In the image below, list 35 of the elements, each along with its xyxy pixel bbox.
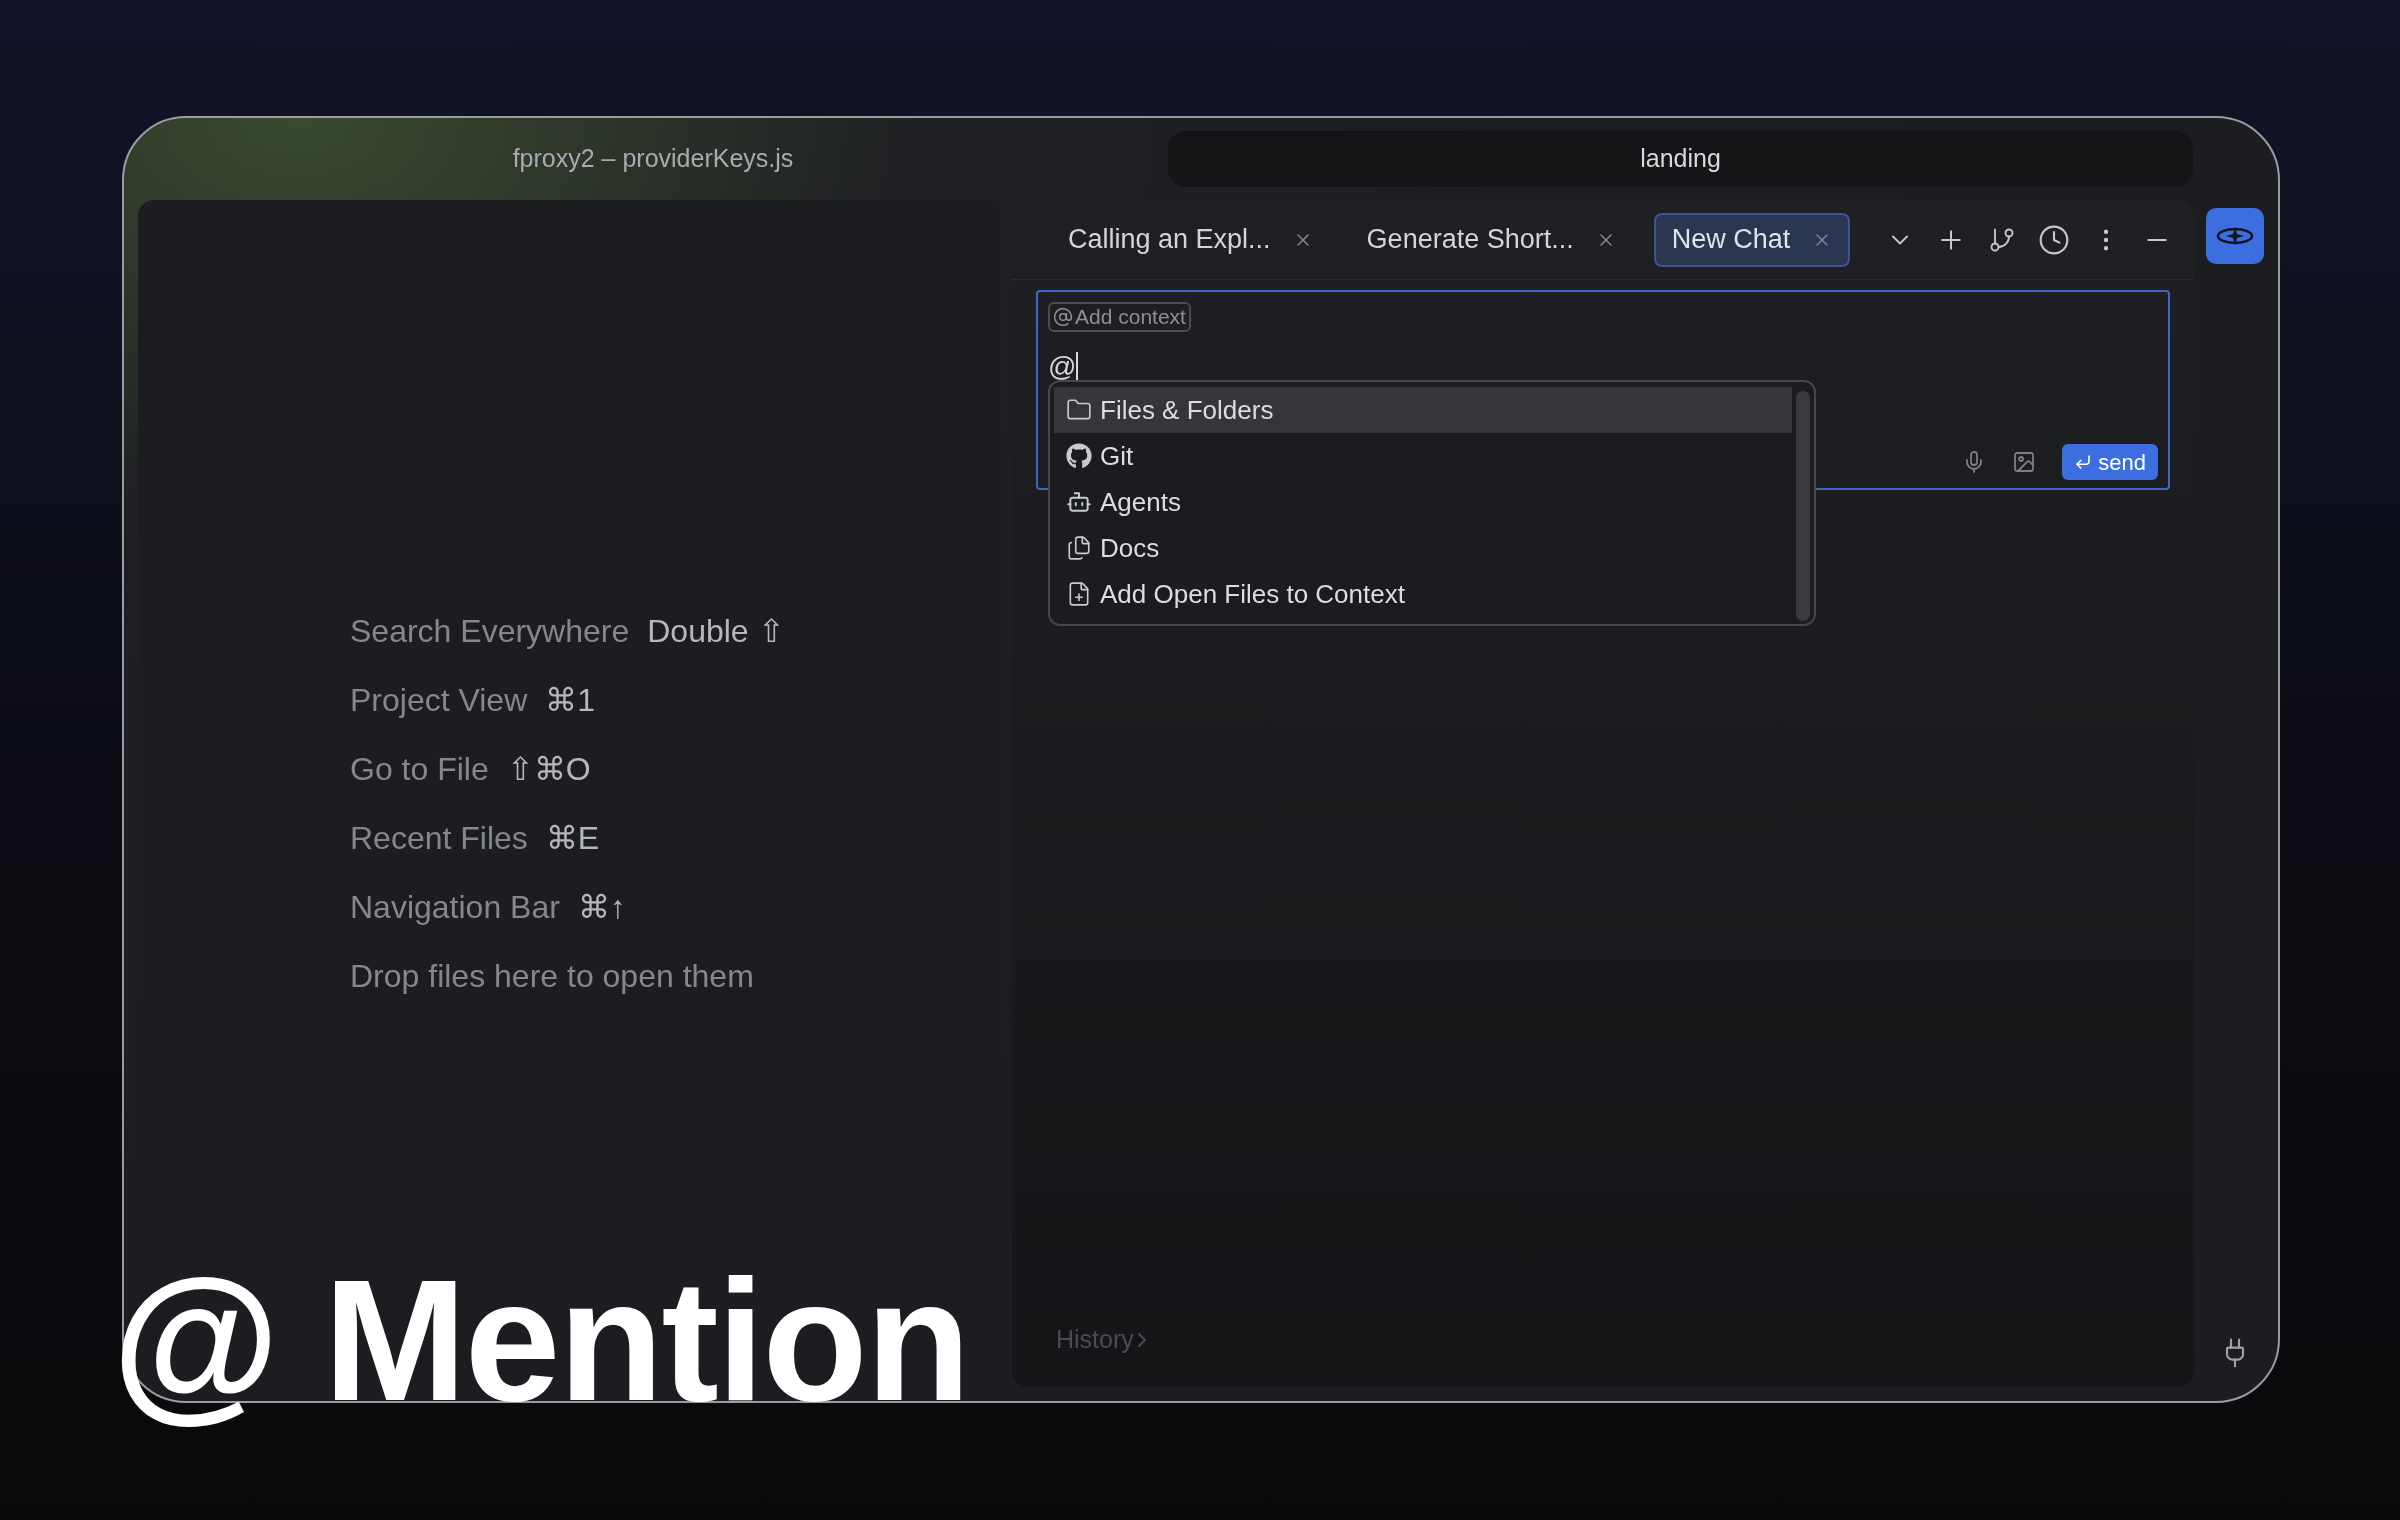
return-icon (2074, 453, 2093, 471)
shortcut-keys: ⌘1 (545, 682, 596, 718)
documents-icon (1066, 535, 1092, 561)
shortcut-keys: ⇧⌘O (506, 751, 591, 787)
menu-item[interactable]: Git (1054, 433, 1792, 479)
chevron-right-icon (1137, 1333, 1146, 1347)
chat-tab[interactable]: New Chat (1653, 212, 1851, 267)
project-tab[interactable]: landing (1168, 131, 2193, 187)
robot-icon (1066, 489, 1092, 515)
hint-label: Navigation Bar (350, 889, 560, 925)
scrollbar[interactable] (1796, 391, 1810, 621)
hint-label: Drop files here to open them (350, 958, 754, 994)
hint-label: Go to File (350, 751, 489, 787)
hint-label: Recent Files (350, 820, 528, 856)
menu-item[interactable]: Docs (1054, 525, 1792, 571)
github-icon (1066, 443, 1092, 469)
chat-tab[interactable]: Calling an Expl... (1052, 212, 1329, 267)
hint-label: Search Everywhere (350, 613, 630, 649)
shortcut-keys: ⌘E (545, 820, 600, 856)
menu-item[interactable]: Agents (1054, 479, 1792, 525)
input-text: @ (1048, 350, 1077, 384)
menu-item[interactable]: Add Open Files to Context (1054, 571, 1792, 617)
shortcut-keys: Double ⇧ (647, 613, 785, 649)
hint-label: Project View (350, 682, 528, 718)
send-button[interactable]: send (2062, 444, 2158, 480)
window-title: fproxy2 – providerKeys.js (512, 143, 794, 175)
menu-item[interactable]: Files & Folders (1054, 387, 1792, 433)
assistant-button[interactable] (2206, 208, 2264, 264)
image-icon[interactable] (2012, 450, 2037, 474)
shortcut-keys: ⌘↑ (577, 889, 626, 925)
text-cursor (1076, 352, 1079, 382)
clock-icon[interactable] (2038, 223, 2070, 256)
at-icon (1053, 307, 1073, 327)
chat-tab[interactable]: Generate Short... (1350, 212, 1632, 267)
add-context-chip[interactable]: Add context (1048, 302, 1191, 332)
